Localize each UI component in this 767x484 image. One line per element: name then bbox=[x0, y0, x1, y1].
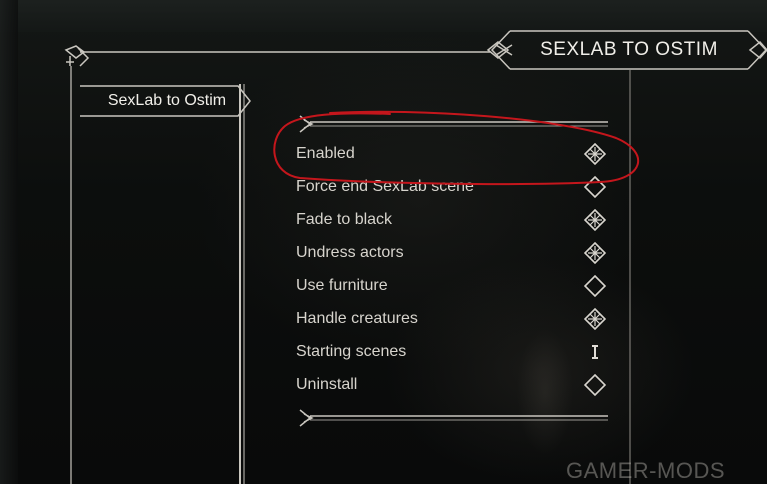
sidebar-item-sexlab-to-ostim[interactable]: SexLab to Ostim bbox=[80, 86, 240, 116]
checked-diamond-icon[interactable] bbox=[584, 143, 606, 165]
option-uninstall[interactable]: Uninstall bbox=[296, 371, 616, 399]
unchecked-diamond-icon[interactable] bbox=[584, 374, 606, 396]
page-title: SEXLAB TO OSTIM bbox=[540, 39, 718, 60]
option-starting-scenes[interactable]: Starting scenes bbox=[296, 338, 616, 366]
option-fade-to-black[interactable]: Fade to black bbox=[296, 206, 616, 234]
option-label: Force end SexLab scene bbox=[296, 178, 474, 195]
option-label: Starting scenes bbox=[296, 343, 407, 360]
list-separator-bottom bbox=[299, 409, 608, 427]
checked-diamond-icon[interactable] bbox=[584, 242, 606, 264]
list-separator-top bbox=[299, 115, 608, 133]
checked-diamond-icon[interactable] bbox=[584, 209, 606, 231]
unchecked-diamond-icon[interactable] bbox=[584, 275, 606, 297]
option-undress-actors[interactable]: Undress actors bbox=[296, 239, 616, 267]
unchecked-diamond-icon[interactable] bbox=[584, 176, 606, 198]
option-label: Use furniture bbox=[296, 277, 388, 294]
option-label: Handle creatures bbox=[296, 310, 418, 327]
option-force-end-scene[interactable]: Force end SexLab scene bbox=[296, 173, 616, 201]
option-handle-creatures[interactable]: Handle creatures bbox=[296, 305, 616, 333]
option-use-furniture[interactable]: Use furniture bbox=[296, 272, 616, 300]
option-label: Fade to black bbox=[296, 211, 393, 228]
watermark: GAMER-MODS bbox=[566, 458, 725, 483]
checked-diamond-icon[interactable] bbox=[584, 308, 606, 330]
option-enabled[interactable]: Enabled bbox=[296, 140, 616, 168]
corner-ornament-icon bbox=[64, 45, 90, 67]
option-label: Uninstall bbox=[296, 376, 358, 393]
text-cursor-icon[interactable] bbox=[584, 341, 606, 363]
option-label: Undress actors bbox=[296, 244, 404, 261]
option-label: Enabled bbox=[296, 145, 355, 162]
